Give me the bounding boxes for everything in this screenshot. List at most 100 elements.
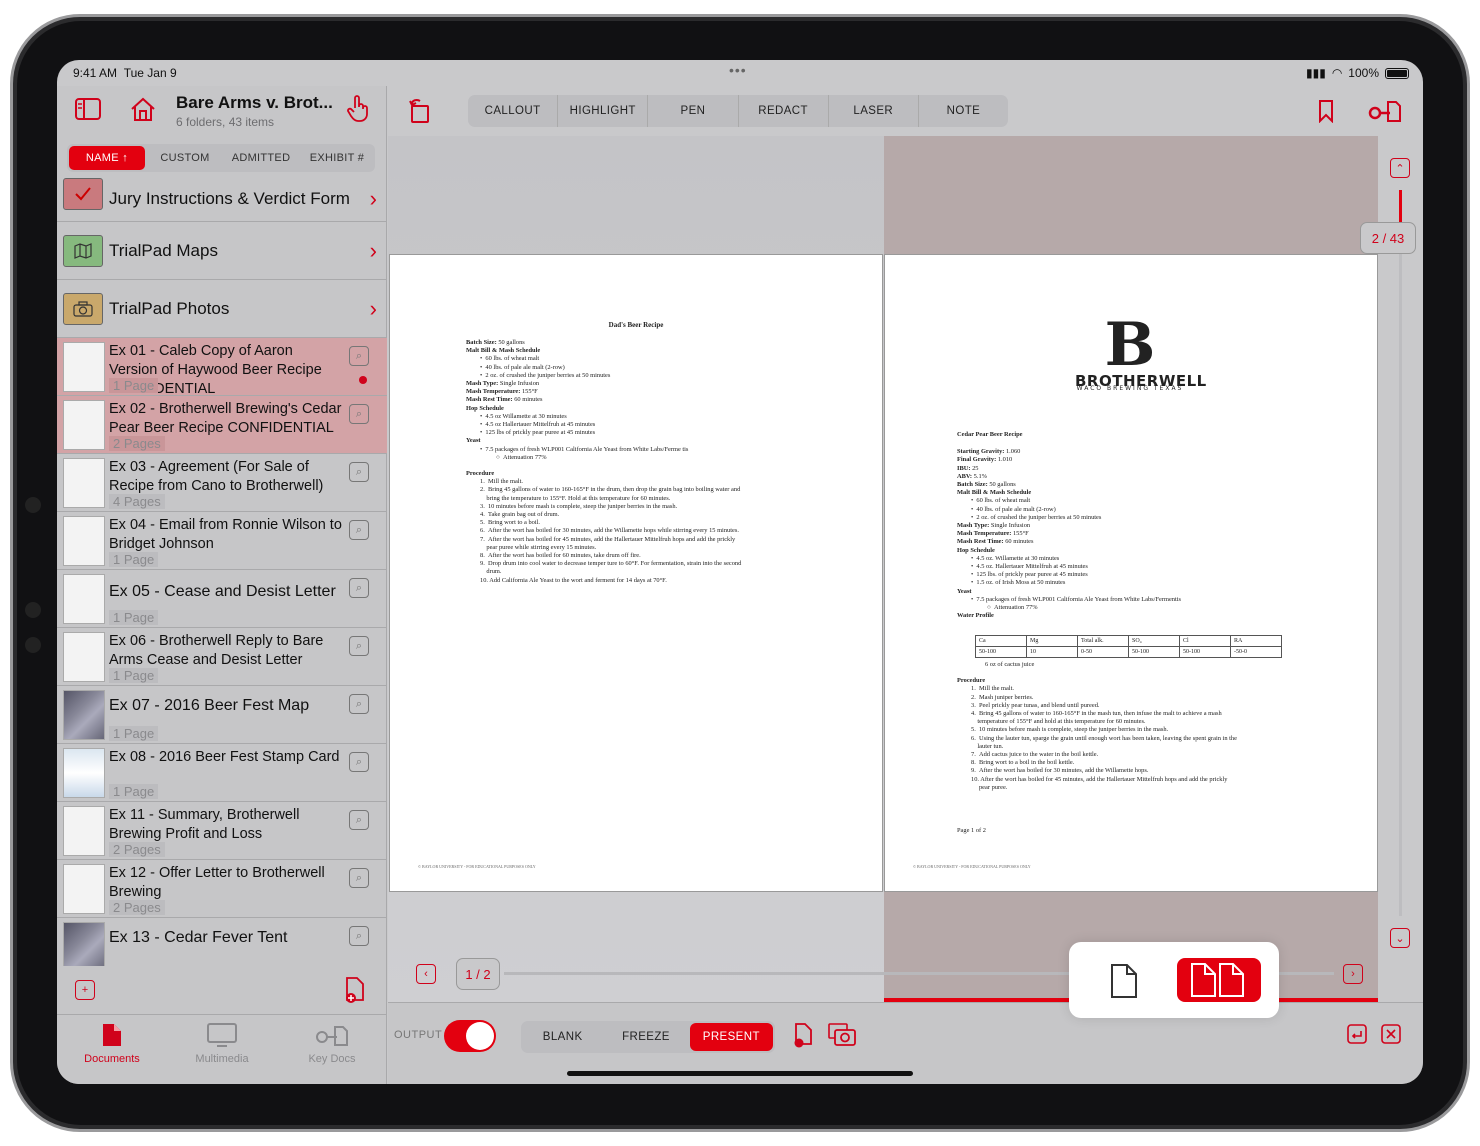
previous-page-icon[interactable]: ‹: [416, 964, 436, 984]
scroll-track[interactable]: [1399, 190, 1402, 916]
battery-icon: [1385, 67, 1409, 79]
redact-button[interactable]: REDACT: [739, 95, 829, 127]
freeze-button[interactable]: FREEZE: [604, 1021, 687, 1053]
presented-dot: [359, 376, 367, 384]
hand-pointer-icon[interactable]: [345, 94, 371, 122]
key-doc-icon[interactable]: [1368, 98, 1402, 124]
sort-tab-name[interactable]: NAME ↑: [69, 146, 145, 170]
document-list: Jury Instructions & Verdict Form › Trial…: [57, 176, 387, 966]
document-row-ex01[interactable]: Ex 01 - Caleb Copy of Aaron Version of H…: [57, 338, 387, 397]
case-title-block[interactable]: Bare Arms v. Brot... 6 folders, 43 items: [176, 93, 333, 129]
swap-icon[interactable]: [1346, 1023, 1368, 1045]
side-button: [25, 497, 41, 513]
document-row-ex05[interactable]: Ex 05 - Cease and Desist Letter 1 Page ⌕: [57, 570, 387, 628]
folder-label: Jury Instructions & Verdict Form: [109, 188, 350, 208]
folder-row-trialpad-maps[interactable]: TrialPad Maps ›: [57, 222, 387, 280]
table-cell: Cl: [1179, 634, 1231, 648]
chevron-down-icon[interactable]: ⌄: [1390, 928, 1410, 948]
document-row-ex13[interactable]: Ex 13 - Cedar Fever Tent ⌕: [57, 918, 387, 966]
page-count: 2 Pages: [109, 436, 165, 451]
document-page-right[interactable]: B BROTHERWELL WACO BREWING TEXAS Cedar P…: [884, 254, 1378, 892]
rotate-icon[interactable]: [408, 98, 432, 124]
tab-multimedia[interactable]: Multimedia: [167, 1015, 277, 1084]
table-cell: Ca: [975, 634, 1027, 648]
document-thumbnail: [63, 632, 105, 682]
output-toggle[interactable]: [444, 1020, 496, 1052]
next-page-icon[interactable]: ›: [1343, 964, 1363, 984]
document-name: Ex 08 - 2016 Beer Fest Stamp Card: [109, 749, 340, 765]
bookmark-icon[interactable]: [1316, 98, 1336, 124]
present-button[interactable]: PRESENT: [689, 1023, 773, 1051]
sort-tab-admitted[interactable]: ADMITTED: [223, 144, 299, 172]
import-document-icon[interactable]: [343, 976, 367, 1004]
page-counter[interactable]: 1 / 2: [456, 958, 500, 990]
search-icon[interactable]: ⌕: [349, 520, 369, 540]
document-thumbnail: [63, 342, 105, 392]
chevron-right-icon: ›: [369, 295, 377, 321]
folder-row-jury-instructions[interactable]: Jury Instructions & Verdict Form ›: [57, 176, 387, 222]
add-icon[interactable]: +: [75, 980, 95, 1000]
presented-region-top: [884, 136, 1378, 254]
document-thumbnail: [63, 400, 105, 450]
page-title: Dad's Beer Recipe: [608, 321, 664, 329]
map-thumbnail: [63, 690, 105, 740]
chevron-right-icon: ›: [369, 237, 377, 263]
search-icon[interactable]: ⌕: [349, 346, 369, 366]
logo-subtitle: WACO BREWING TEXAS: [1076, 385, 1184, 393]
two-page-view-icon[interactable]: [1177, 958, 1261, 1002]
document-name: Ex 02 - Brotherwell Brewing's Cedar Pear…: [109, 401, 342, 436]
search-icon[interactable]: ⌕: [349, 752, 369, 772]
checkmark-icon: [63, 178, 103, 210]
pen-button[interactable]: PEN: [648, 95, 739, 127]
note-button[interactable]: NOTE: [919, 95, 1008, 127]
brotherwell-logo: B BROTHERWELL WACO BREWING TEXAS: [1075, 310, 1207, 393]
folder-row-trialpad-photos[interactable]: TrialPad Photos ›: [57, 280, 387, 338]
tab-documents[interactable]: Documents: [57, 1015, 167, 1084]
document-row-ex03[interactable]: Ex 03 - Agreement (For Sale of Recipe fr…: [57, 454, 387, 512]
document-row-ex08[interactable]: Ex 08 - 2016 Beer Fest Stamp Card 1 Page…: [57, 744, 387, 802]
search-icon[interactable]: ⌕: [349, 868, 369, 888]
document-thumbnail: [63, 574, 105, 624]
document-name: Ex 06 - Brotherwell Reply to Bare Arms C…: [109, 633, 324, 668]
document-row-ex06[interactable]: Ex 06 - Brotherwell Reply to Bare Arms C…: [57, 628, 387, 686]
tab-key-docs[interactable]: Key Docs: [277, 1015, 387, 1084]
sidebar-toggle-icon[interactable]: [75, 98, 101, 120]
multitasking-dots[interactable]: •••: [729, 62, 747, 78]
blank-button[interactable]: BLANK: [521, 1021, 604, 1053]
scroll-thumb[interactable]: [1399, 190, 1402, 224]
search-icon[interactable]: ⌕: [349, 404, 369, 424]
tab-label: Documents: [84, 1053, 140, 1065]
single-page-view-icon[interactable]: [1099, 958, 1149, 1004]
page-footer: © BAYLOR UNIVERSITY - FOR EDUCATIONAL PU…: [418, 864, 536, 869]
document-row-ex12[interactable]: Ex 12 - Offer Letter to Brotherwell Brew…: [57, 860, 387, 918]
document-row-ex07[interactable]: Ex 07 - 2016 Beer Fest Map 1 Page ⌕: [57, 686, 387, 744]
screenshot-camera-icon[interactable]: [828, 1023, 856, 1047]
case-title: Bare Arms v. Brot...: [176, 93, 333, 112]
search-icon[interactable]: ⌕: [349, 636, 369, 656]
page-count: 1 Page: [109, 552, 159, 567]
search-icon[interactable]: ⌕: [349, 462, 369, 482]
document-row-ex02[interactable]: Ex 02 - Brotherwell Brewing's Cedar Pear…: [57, 396, 387, 454]
page-viewer[interactable]: Dad's Beer Recipe Batch Size: 50 gallons…: [388, 136, 1423, 1006]
callout-button[interactable]: CALLOUT: [468, 95, 559, 127]
sort-tab-custom[interactable]: CUSTOM: [147, 144, 223, 172]
highlight-button[interactable]: HIGHLIGHT: [558, 95, 649, 127]
chevron-up-icon[interactable]: ⌃: [1390, 158, 1410, 178]
laser-button[interactable]: LASER: [829, 95, 919, 127]
search-icon[interactable]: ⌕: [349, 578, 369, 598]
close-icon[interactable]: [1380, 1023, 1402, 1045]
search-icon[interactable]: ⌕: [349, 810, 369, 830]
logo-name: BROTHERWELL: [1075, 372, 1207, 390]
document-name: Ex 04 - Email from Ronnie Wilson to Brid…: [109, 517, 342, 552]
sort-tab-exhibit[interactable]: EXHIBIT #: [299, 144, 375, 172]
search-icon[interactable]: ⌕: [349, 694, 369, 714]
home-icon[interactable]: [129, 96, 157, 122]
document-options-icon[interactable]: [792, 1021, 814, 1049]
search-icon[interactable]: ⌕: [349, 926, 369, 946]
document-row-ex11[interactable]: Ex 11 - Summary, Brotherwell Brewing Pro…: [57, 802, 387, 860]
page-count: 1 Page: [109, 784, 159, 799]
document-page-left[interactable]: Dad's Beer Recipe Batch Size: 50 gallons…: [389, 254, 883, 892]
map-icon: [63, 234, 103, 267]
document-thumbnail: [63, 516, 105, 566]
document-row-ex04[interactable]: Ex 04 - Email from Ronnie Wilson to Brid…: [57, 512, 387, 570]
